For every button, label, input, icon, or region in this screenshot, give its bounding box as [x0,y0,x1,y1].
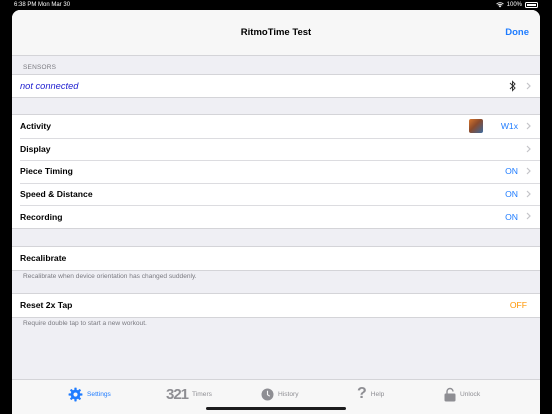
recalibrate-footer: Recalibrate when device orientation has … [23,273,197,280]
tab-help-label: Help [370,390,385,398]
chevron-right-icon [526,122,531,130]
reset-group: Reset 2x Tap OFF [12,293,540,318]
recording-row[interactable]: Recording ON [12,205,540,228]
activity-label: Activity [20,121,52,132]
status-time-date: 6:38 PM Mon Mar 30 [14,2,71,8]
display-label: Display [20,143,51,154]
activity-row[interactable]: Activity W1x [12,115,540,138]
tab-timers-label: Timers [192,390,212,398]
display-row[interactable]: Display [12,137,540,161]
reset-footer: Require double tap to start a new workou… [23,320,147,327]
chevron-right-icon [526,190,531,198]
speed-distance-value: ON [505,189,518,200]
bluetooth-icon [509,80,516,92]
recording-value: ON [505,211,518,222]
recording-label: Recording [20,211,63,222]
status-bar: 6:38 PM Mon Mar 30 100% [0,0,552,10]
sensor-connection-row[interactable]: not connected [12,75,540,97]
speed-distance-label: Speed & Distance [20,189,93,200]
tab-settings[interactable]: Settings [68,384,111,404]
chevron-right-icon [526,212,531,220]
tab-history-label: History [278,390,299,398]
wifi-icon [495,2,504,8]
tab-timers[interactable]: 321 Timers [166,384,212,404]
reset-2x-tap-value[interactable]: OFF [510,300,527,310]
navigation-bar: RitmoTime Test Done [12,10,540,56]
sensor-status: not connected [20,81,79,91]
piece-timing-label: Piece Timing [20,166,73,177]
done-button[interactable]: Done [505,27,529,38]
reset-2x-tap-row[interactable]: Reset 2x Tap OFF [12,294,540,317]
battery-icon [525,2,538,8]
piece-timing-row[interactable]: Piece Timing ON [12,160,540,183]
sensors-group: not connected [12,74,540,98]
question-icon: ? [357,385,367,402]
settings-sheet: RitmoTime Test Done SENSORS not connecte… [12,10,540,414]
timers-321-icon: 321 [166,385,189,403]
tab-unlock[interactable]: Unlock [444,384,480,404]
tab-history[interactable]: History [261,384,299,404]
status-right: 100% [495,2,538,8]
tab-settings-label: Settings [87,390,111,398]
clock-icon [261,388,274,400]
chevron-right-icon [526,82,531,90]
recalibrate-row[interactable]: Recalibrate [12,247,540,270]
tab-unlock-label: Unlock [460,390,481,398]
lock-icon [444,387,456,401]
piece-timing-value: ON [505,166,518,177]
recalibrate-label: Recalibrate [20,253,67,264]
activity-thumbnail [469,119,483,133]
chevron-right-icon [526,167,531,175]
settings-group: Activity W1x Display Piece Timing ON Spe… [12,114,540,229]
battery-percent: 100% [506,2,522,8]
page-title: RitmoTime Test [240,27,312,38]
tab-help[interactable]: ? Help [357,384,384,404]
gear-icon [68,387,83,401]
home-indicator [206,407,346,410]
sensors-section-header: SENSORS [23,64,57,71]
activity-value: W1x [500,121,518,132]
speed-distance-row[interactable]: Speed & Distance ON [12,182,540,206]
chevron-right-icon [526,145,531,153]
recalibrate-group: Recalibrate [12,246,540,271]
reset-2x-tap-label: Reset 2x Tap [20,300,73,311]
